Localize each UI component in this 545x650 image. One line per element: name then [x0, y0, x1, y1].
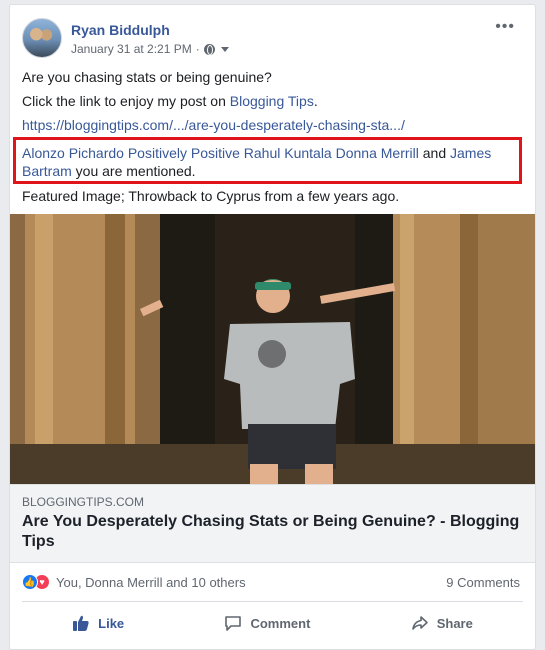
globe-icon[interactable] [203, 43, 215, 55]
post-card: Ryan Biddulph January 31 at 2:21 PM · ••… [9, 4, 536, 650]
actions-divider [22, 601, 523, 602]
reactions-bar: 👍 ♥ You, Donna Merrill and 10 others 9 C… [22, 573, 523, 593]
mention-and: and [418, 145, 451, 161]
post-line-1: Are you chasing stats or being genuine? [22, 69, 272, 85]
like-button[interactable]: Like [56, 608, 140, 638]
post-line-2-text: Click the link to enjoy my post on [22, 93, 230, 109]
post-line-2: Click the link to enjoy my post on Blogg… [22, 92, 523, 110]
share-button[interactable]: Share [395, 608, 489, 638]
mention-suffix: you are mentioned. [71, 163, 196, 179]
share-label: Share [436, 615, 473, 631]
post-meta: January 31 at 2:21 PM · [71, 42, 229, 56]
mention-bartram[interactable]: Bartram [22, 163, 72, 179]
action-bar: Like Comment Share [22, 605, 523, 641]
author-name[interactable]: Ryan Biddulph [71, 22, 170, 38]
photo-illustration [10, 214, 535, 484]
mentions-text: Alonzo Pichardo Positively Positive Rahu… [22, 144, 521, 180]
link-preview-card[interactable]: BLOGGINGTIPS.COM Are You Desperately Cha… [10, 484, 535, 563]
featured-image-caption: Featured Image; Throwback to Cyprus from… [22, 188, 400, 204]
period: . [313, 93, 318, 109]
like-label: Like [98, 615, 125, 631]
comments-count[interactable]: 9 Comments [446, 575, 520, 590]
post-photo[interactable] [10, 214, 535, 484]
blogging-tips-link[interactable]: Blogging Tips [230, 93, 314, 109]
post-body: Are you chasing stats or being genuine? … [22, 68, 523, 140]
mention-james[interactable]: James [450, 145, 491, 161]
more-options-icon[interactable]: ••• [495, 19, 515, 35]
comment-icon [224, 614, 242, 632]
reactions-count[interactable]: You, Donna Merrill and 10 others [56, 575, 246, 590]
like-reaction-icon[interactable]: 👍 [22, 574, 38, 590]
share-icon [411, 614, 429, 632]
post-url-link[interactable]: https://bloggingtips.com/.../are-you-des… [22, 116, 523, 134]
avatar[interactable] [22, 18, 62, 58]
mention-links[interactable]: Alonzo Pichardo Positively Positive Rahu… [22, 145, 419, 161]
comment-button[interactable]: Comment [208, 608, 326, 638]
thumbs-up-icon [72, 614, 90, 632]
comment-label: Comment [250, 615, 311, 631]
post-header: Ryan Biddulph January 31 at 2:21 PM · ••… [22, 18, 523, 60]
preview-domain: BLOGGINGTIPS.COM [22, 495, 145, 509]
meta-separator: · [195, 42, 200, 56]
preview-title[interactable]: Are You Desperately Chasing Stats or Bei… [22, 512, 523, 552]
chevron-down-icon[interactable] [220, 46, 229, 52]
timestamp[interactable]: January 31 at 2:21 PM [71, 42, 192, 56]
